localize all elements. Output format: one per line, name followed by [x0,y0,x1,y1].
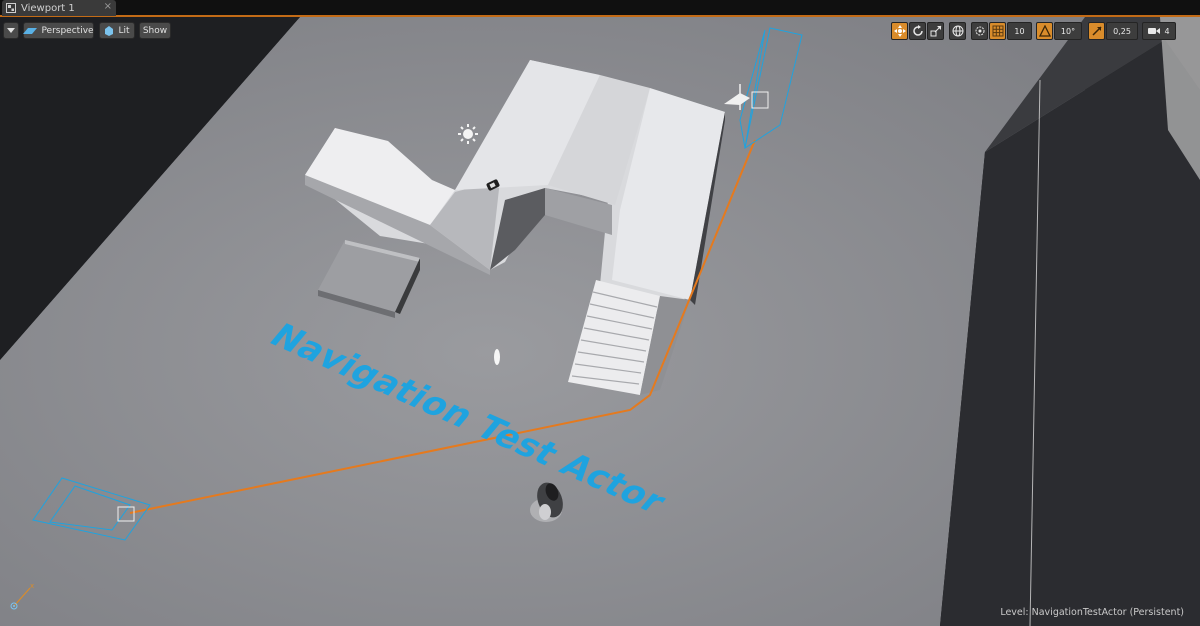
viewport-options-button[interactable] [3,22,19,39]
tab-bar: Viewport 1 × [0,0,1200,17]
perspective-button[interactable]: Perspective [23,22,94,39]
viewport[interactable]: Navigation Test Actor Perspective Lit Sh… [0,17,1200,626]
tab-viewport-1[interactable]: Viewport 1 × [2,0,116,16]
world-local-icon [952,25,964,37]
tab-title: Viewport 1 [21,2,75,14]
camera-speed-button[interactable]: 4 [1142,22,1176,40]
scene-render [0,17,1200,626]
level-status: Level: NavigationTestActor (Persistent) [1000,607,1184,618]
dropdown-arrow-icon [7,27,15,34]
camera-speed-icon [1148,26,1161,36]
perspective-label: Perspective [41,25,94,36]
grid-snap-toggle[interactable] [989,22,1006,40]
grid-snap-value[interactable]: 10 [1007,22,1032,40]
world-local-button[interactable] [949,22,966,40]
camera-speed-value: 4 [1164,26,1170,36]
rotate-icon [912,25,924,37]
scale-snap-icon [1091,25,1103,37]
rotation-snap-icon [1038,25,1051,37]
lit-icon [104,25,114,36]
translate-tool-button[interactable] [891,22,908,40]
viewport-tab-icon [6,3,16,13]
axis-indicator-icon: x [10,582,38,616]
surface-snap-icon [974,25,986,37]
perspective-icon [23,26,38,36]
grid-snap-icon [992,25,1004,37]
rotate-tool-button[interactable] [909,22,926,40]
show-label: Show [142,25,168,36]
close-icon[interactable]: × [104,1,112,12]
level-prefix: Level: [1000,607,1029,618]
scale-snap-value[interactable]: 0,25 [1106,22,1138,40]
translate-icon [893,25,906,37]
rotation-snap-toggle[interactable] [1036,22,1053,40]
scale-icon [930,25,942,37]
nav-marker-icon [494,349,500,365]
scale-tool-button[interactable] [927,22,944,40]
scale-snap-toggle[interactable] [1088,22,1105,40]
lit-label: Lit [118,25,130,36]
show-button[interactable]: Show [139,22,171,39]
lit-button[interactable]: Lit [99,22,135,39]
rotation-snap-value[interactable]: 10° [1054,22,1082,40]
svg-text:x: x [30,582,34,590]
surface-snap-button[interactable] [971,22,988,40]
level-name: NavigationTestActor (Persistent) [1031,607,1184,618]
light-icon [458,124,478,144]
